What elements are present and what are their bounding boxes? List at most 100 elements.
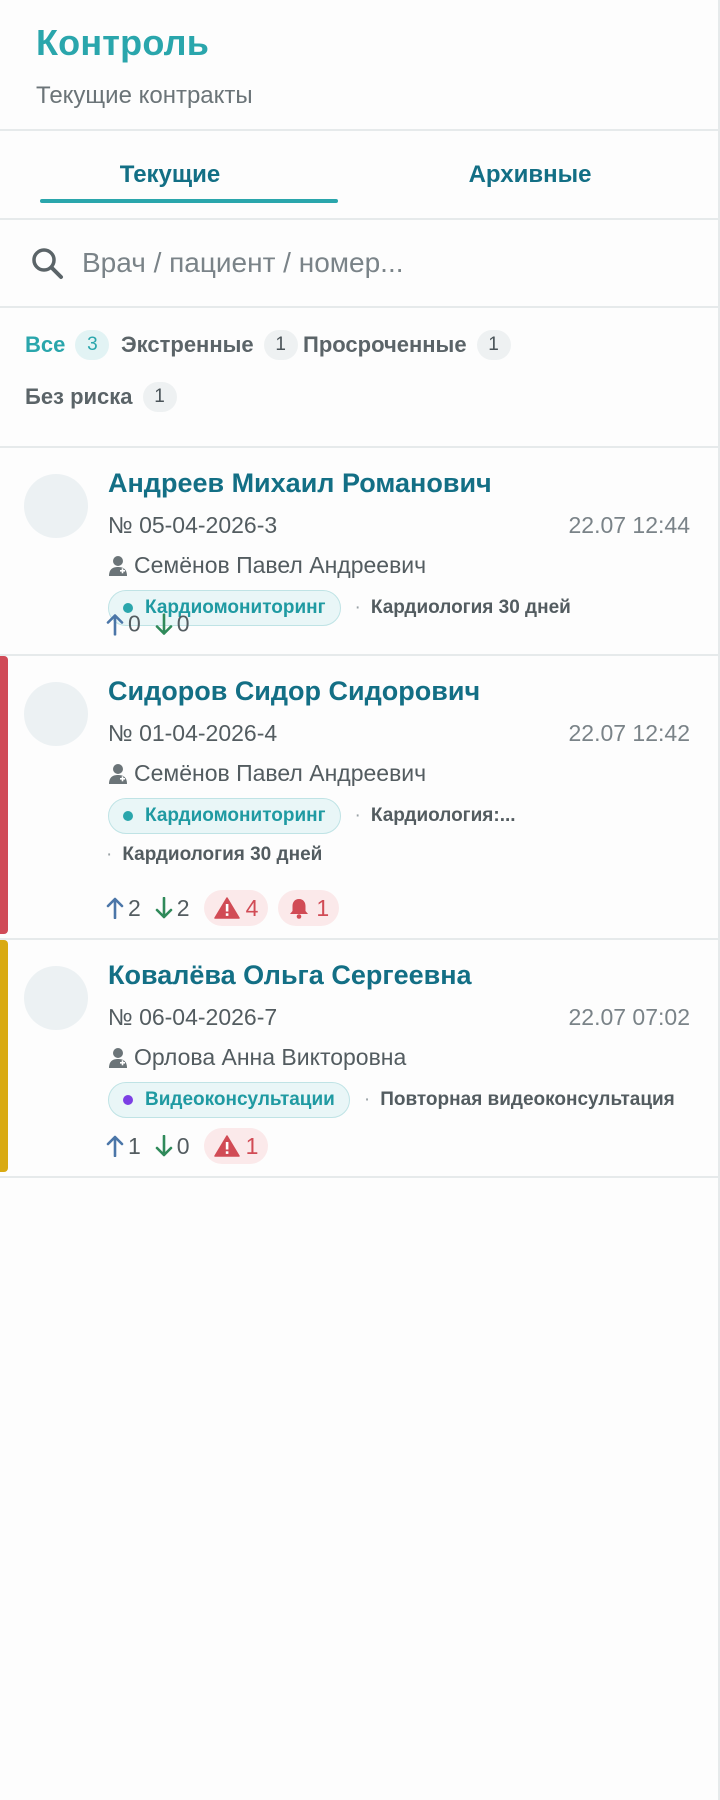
service-tag: Видеоконсультации xyxy=(108,1082,350,1118)
patient-name: Ковалёва Ольга Сергеевна xyxy=(108,960,472,990)
avatar xyxy=(24,966,88,1030)
filter-count: 1 xyxy=(263,330,298,360)
program-name: Кардиология:... xyxy=(370,805,516,826)
warnings-badge: 4 xyxy=(203,890,269,926)
doctor-name: Орлова Анна Викторовна xyxy=(134,1044,407,1070)
stat-up: 1 xyxy=(106,1133,141,1160)
doctor-icon xyxy=(109,555,127,576)
program-name: Повторная видеоконсультация xyxy=(380,1089,675,1110)
active-tab-indicator xyxy=(40,199,338,203)
service-tag: Кардиомониторинг xyxy=(108,798,341,834)
search-icon xyxy=(32,248,63,279)
stats-row: 1 0 1 xyxy=(106,1128,278,1164)
arrow-up-icon xyxy=(106,1135,124,1157)
page-subtitle: Текущие контракты xyxy=(36,82,253,109)
separator-dot: · xyxy=(354,805,361,826)
arrow-down-icon xyxy=(155,1135,173,1157)
tags-row: Видеоконсультации · Повторная видеоконсу… xyxy=(108,1082,675,1118)
separator-dot: · xyxy=(363,1089,371,1110)
page-title: Контроль xyxy=(36,22,210,63)
doctor-row: Семёнов Павел Андреевич xyxy=(108,760,426,787)
stat-up-value: 1 xyxy=(128,1132,141,1159)
tag-label: Кардиомониторинг xyxy=(145,805,326,826)
arrow-down-icon xyxy=(155,613,173,635)
contract-card[interactable]: Ковалёва Ольга Сергеевна № 06-04-2026-7 … xyxy=(0,940,720,1178)
contract-date: 22.07 07:02 xyxy=(568,1004,690,1030)
avatar xyxy=(24,474,88,538)
stat-up-value: 2 xyxy=(128,894,141,921)
stat-down: 0 xyxy=(155,611,190,638)
bell-icon xyxy=(290,899,309,919)
program-label: · Кардиология:... xyxy=(341,805,516,827)
patient-name: Сидоров Сидор Сидорович xyxy=(108,676,481,706)
doctor-icon xyxy=(109,1047,127,1068)
warnings-badge: 1 xyxy=(203,1128,269,1164)
filter-label: Без риска xyxy=(25,384,133,409)
filter-label: Просроченные xyxy=(303,332,467,357)
search-bar xyxy=(0,220,720,308)
contract-date: 22.07 12:44 xyxy=(568,512,690,538)
filter-chips: Все 3 Экстренные 1 Просроченные 1 Без ри… xyxy=(0,308,720,448)
stat-down: 2 xyxy=(155,895,190,922)
doctor-name: Семёнов Павел Андреевич xyxy=(134,552,427,578)
alarms-count: 1 xyxy=(316,894,330,921)
doctor-icon xyxy=(109,763,127,784)
program-name: Кардиология 30 дней xyxy=(122,844,323,865)
alarms-badge: 1 xyxy=(278,890,340,926)
tabs-bar: Текущие Архивные xyxy=(0,131,720,220)
avatar xyxy=(24,682,88,746)
stats-row: 0 0 xyxy=(106,611,204,638)
arrow-down-icon xyxy=(155,897,173,919)
tags-row-2: · Кардиология 30 дней xyxy=(98,844,322,866)
page-header: Контроль Текущие контракты xyxy=(0,0,720,131)
filter-count: 3 xyxy=(75,330,110,360)
doctor-row: Семёнов Павел Андреевич xyxy=(108,552,426,579)
program-name: Кардиология 30 дней xyxy=(370,597,571,618)
tab-archived[interactable]: Архивные xyxy=(340,131,720,218)
contract-number: № 05-04-2026-3 xyxy=(108,512,278,538)
stat-down-value: 0 xyxy=(176,610,190,637)
contract-number: № 06-04-2026-7 xyxy=(108,1004,278,1030)
program-label: · Кардиология 30 дней xyxy=(341,597,571,619)
warnings-count: 4 xyxy=(245,894,259,921)
stat-down-value: 2 xyxy=(176,894,190,921)
tab-current[interactable]: Текущие xyxy=(0,131,340,218)
patient-name: Андреев Михаил Романович xyxy=(108,468,492,498)
stat-up: 2 xyxy=(106,895,141,922)
filter-count: 1 xyxy=(476,330,511,360)
filter-count: 1 xyxy=(142,382,177,412)
warnings-count: 1 xyxy=(245,1132,259,1159)
stat-up: 0 xyxy=(106,611,141,638)
search-input[interactable] xyxy=(82,247,682,279)
program-label: · Кардиология 30 дней xyxy=(98,844,322,866)
arrow-up-icon xyxy=(106,613,124,635)
contract-card[interactable]: Сидоров Сидор Сидорович № 01-04-2026-4 2… xyxy=(0,656,720,940)
tag-dot-icon xyxy=(123,811,133,821)
doctor-name: Семёнов Павел Андреевич xyxy=(134,760,427,786)
filter-all[interactable]: Все 3 xyxy=(25,330,110,360)
doctor-row: Орлова Анна Викторовна xyxy=(108,1044,406,1071)
separator-dot: · xyxy=(354,597,361,618)
warning-icon xyxy=(213,897,240,919)
filter-urgent[interactable]: Экстренные 1 xyxy=(121,330,298,360)
urgency-stripe xyxy=(0,940,8,1172)
tag-dot-icon xyxy=(123,1095,133,1105)
stats-row: 2 2 4 1 xyxy=(106,890,349,926)
tag-label: Видеоконсультации xyxy=(145,1089,335,1110)
app-root: Контроль Текущие контракты Текущие Архив… xyxy=(0,0,720,1800)
filter-overdue[interactable]: Просроченные 1 xyxy=(303,330,511,360)
tags-row: Кардиомониторинг · Кардиология:... xyxy=(108,798,516,834)
arrow-up-icon xyxy=(106,897,124,919)
contract-number: № 01-04-2026-4 xyxy=(108,720,278,746)
stat-down-value: 0 xyxy=(176,1132,190,1159)
filter-label: Все xyxy=(25,332,66,357)
program-label: · Повторная видеоконсультация xyxy=(350,1089,675,1111)
filter-label: Экстренные xyxy=(121,332,254,357)
stat-down: 0 xyxy=(155,1133,190,1160)
filter-no-risk[interactable]: Без риска 1 xyxy=(25,382,177,412)
contract-date: 22.07 12:42 xyxy=(568,720,690,746)
urgency-stripe xyxy=(0,656,8,934)
separator-dot: · xyxy=(106,844,113,865)
stat-up-value: 0 xyxy=(128,610,141,637)
contract-card[interactable]: Андреев Михаил Романович № 05-04-2026-3 … xyxy=(0,448,720,656)
